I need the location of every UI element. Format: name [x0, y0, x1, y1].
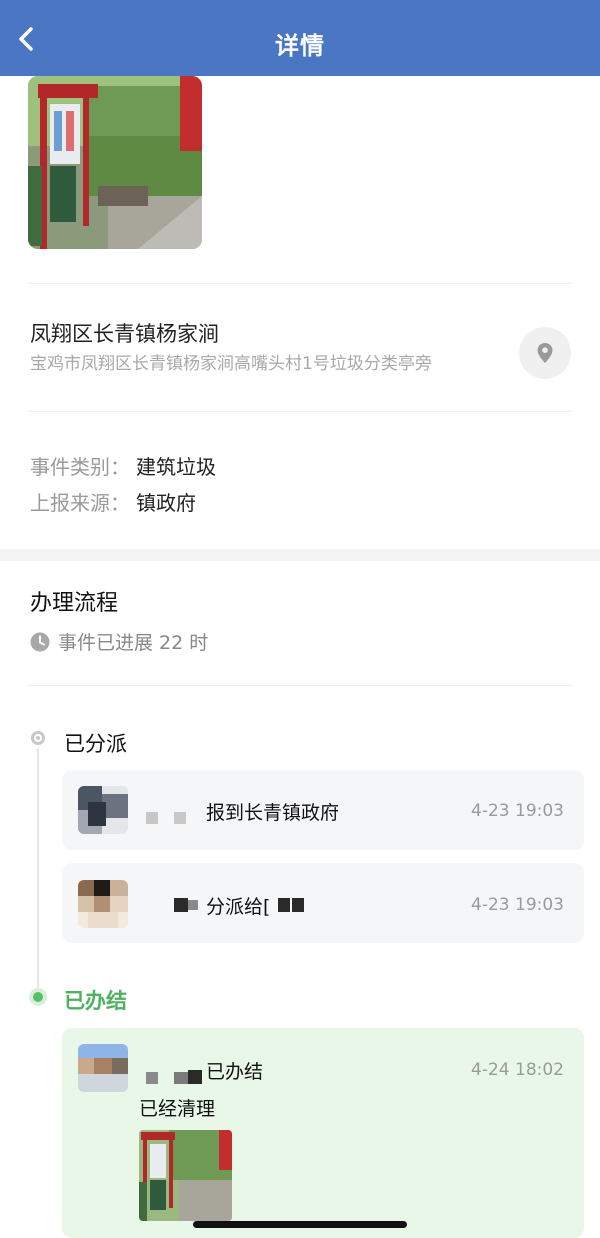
- redacted-name: [174, 1072, 188, 1084]
- elapsed-text: 事件已进展 22 时: [58, 632, 209, 654]
- event-category-row: 事件类别： 建筑垃圾: [30, 451, 216, 480]
- redacted-name: [292, 898, 304, 912]
- redacted-name: [174, 898, 188, 912]
- location-title: 凤翔区长青镇杨家涧: [30, 322, 219, 346]
- avatar: [78, 1044, 128, 1092]
- timeline-card-text: 已办结: [206, 1061, 264, 1083]
- redacted-name: [188, 900, 198, 910]
- elapsed-time: 事件已进展 22 时: [30, 628, 208, 655]
- redacted-name: [174, 812, 186, 824]
- timeline-card: 分派给[ 4-23 19:03: [62, 863, 584, 943]
- timeline-card-comment: 已经清理: [139, 1098, 216, 1120]
- report-source-value: 镇政府: [136, 491, 196, 515]
- divider: [28, 685, 572, 686]
- event-photo[interactable]: [28, 76, 202, 249]
- timeline-line: [37, 748, 39, 988]
- redacted-name: [146, 1072, 158, 1084]
- redacted-name: [188, 1070, 202, 1084]
- event-category-value: 建筑垃圾: [136, 455, 216, 479]
- redacted-name: [146, 812, 158, 824]
- divider: [28, 411, 572, 412]
- timeline-card-time: 4-23 19:03: [471, 801, 564, 821]
- location-button[interactable]: [519, 327, 571, 379]
- home-indicator: [193, 1221, 407, 1228]
- timeline-status-assigned: 已分派: [64, 732, 127, 756]
- timeline-card-text: 分派给[: [206, 896, 271, 918]
- redacted-name: [278, 898, 290, 912]
- section-separator: [0, 549, 600, 561]
- timeline-status-done: 已办结: [64, 989, 127, 1013]
- divider: [28, 283, 572, 284]
- avatar: [78, 786, 128, 834]
- clock-icon: [30, 632, 50, 651]
- result-photo[interactable]: [139, 1130, 232, 1221]
- timeline-card-time: 4-23 19:03: [471, 895, 564, 915]
- process-title: 办理流程: [30, 591, 119, 616]
- timeline-card-time: 4-24 18:02: [471, 1060, 564, 1080]
- timeline-card-done: 已办结 4-24 18:02 已经清理: [62, 1028, 584, 1238]
- location-pin-icon: [537, 343, 553, 363]
- timeline-card: 报到长青镇政府 4-23 19:03: [62, 770, 584, 850]
- report-source-row: 上报来源： 镇政府: [30, 487, 196, 516]
- page-title: 详情: [275, 32, 325, 60]
- avatar: [78, 880, 128, 928]
- location-address: 宝鸡市凤翔区长青镇杨家涧高嘴头村1号垃圾分类亭旁: [30, 354, 432, 374]
- timeline-dot-assigned: [31, 731, 45, 745]
- nav-bar: 详情: [0, 0, 600, 76]
- timeline-dot-done: [29, 988, 47, 1006]
- event-category-label: 事件类别：: [30, 455, 130, 479]
- report-source-label: 上报来源：: [30, 491, 130, 515]
- timeline-card-text: 报到长青镇政府: [206, 802, 340, 824]
